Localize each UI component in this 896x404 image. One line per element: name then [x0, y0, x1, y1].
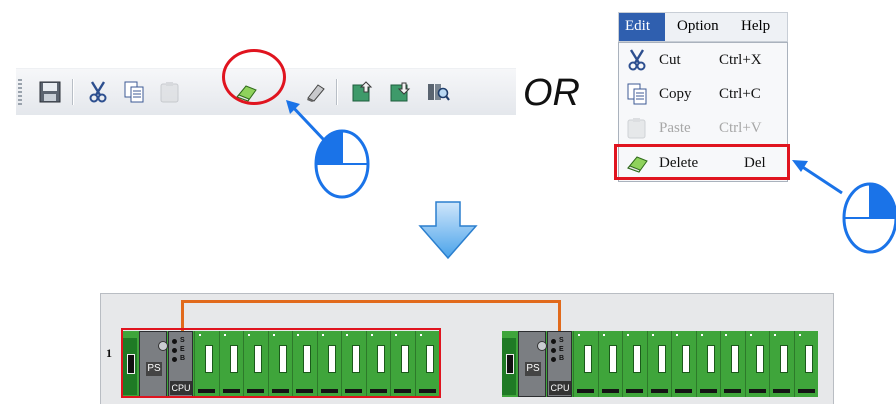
cpu-label: CPU	[549, 381, 571, 395]
row-number: 1	[106, 346, 112, 360]
slot-module-icon	[608, 345, 617, 373]
arrow-down-icon	[418, 201, 478, 260]
scissors-icon	[625, 48, 649, 72]
copy-icon[interactable]	[122, 80, 146, 104]
selected-rack-highlight	[121, 328, 441, 398]
io-slot[interactable]	[622, 331, 646, 397]
download-icon[interactable]	[388, 80, 412, 104]
paste-icon	[625, 116, 649, 140]
cut-icon[interactable]	[86, 80, 110, 104]
slot-connector-icon	[797, 389, 815, 393]
io-slot[interactable]	[671, 331, 695, 397]
slot-pin-icon	[602, 334, 605, 336]
slot-module-icon	[657, 345, 666, 373]
menu-item-copy[interactable]: Copy Ctrl+C	[619, 77, 787, 111]
io-slot[interactable]	[573, 331, 597, 397]
menu-item-shortcut: Ctrl+V	[719, 120, 762, 136]
menu-item-shortcut: Ctrl+C	[719, 86, 761, 102]
menu-edit[interactable]: Edit	[619, 13, 665, 41]
mouse-click-icon	[286, 100, 370, 199]
status-led-icon	[551, 357, 556, 362]
slot-pin-icon	[725, 334, 727, 336]
cpu-led-label: S	[559, 337, 564, 344]
delete-button-highlight	[222, 49, 286, 105]
io-slot[interactable]	[720, 331, 744, 397]
slot-module-icon	[584, 345, 592, 373]
io-slot[interactable]	[695, 331, 720, 397]
slot-connector-icon	[577, 389, 594, 393]
slot-module-icon	[731, 345, 739, 373]
or-label: OR	[523, 72, 580, 114]
rack-terminal	[502, 338, 516, 395]
cpu-module[interactable]: S E B CPU	[547, 331, 572, 397]
save-icon[interactable]	[38, 80, 62, 104]
slot-pin-icon	[749, 334, 752, 336]
menu-item-label: Paste	[659, 120, 691, 136]
menu-option[interactable]: Option	[677, 18, 719, 35]
ps-label: PS	[525, 362, 541, 376]
power-led-icon	[537, 341, 547, 351]
power-supply-module[interactable]: PS	[518, 331, 547, 397]
slot-pin-icon	[700, 334, 703, 336]
slot-connector-icon	[675, 389, 692, 393]
slot-module-icon	[682, 345, 690, 373]
slot-pin-icon	[774, 334, 776, 336]
cpu-led-label: E	[559, 346, 564, 353]
io-slot[interactable]	[597, 331, 622, 397]
status-led-icon	[551, 339, 556, 344]
slot-connector-icon	[699, 389, 717, 393]
delete-menu-highlight	[614, 144, 790, 180]
slot-pin-icon	[651, 334, 654, 336]
menu-item-label: Cut	[659, 52, 681, 68]
slot-connector-icon	[724, 389, 741, 393]
slot-connector-icon	[601, 389, 619, 393]
io-slot[interactable]	[744, 331, 769, 397]
slot-connector-icon	[626, 389, 643, 393]
copy-icon	[625, 82, 649, 106]
paste-icon[interactable]	[158, 80, 182, 104]
slot-pin-icon	[578, 334, 580, 336]
slot-connector-icon	[773, 389, 790, 393]
io-slot[interactable]	[646, 331, 671, 397]
slot-module-icon	[706, 345, 715, 373]
scan-icon[interactable]	[426, 80, 450, 104]
menubar: Edit Option Help	[618, 12, 788, 42]
slot-module-icon	[804, 345, 813, 373]
mouse-click-icon	[792, 160, 896, 254]
slot-pin-icon	[676, 334, 678, 336]
slot-pin-icon	[627, 334, 629, 336]
slot-connector-icon	[650, 389, 668, 393]
cpu-led-label: B	[559, 355, 565, 362]
menu-item-paste[interactable]: Paste Ctrl+V	[619, 111, 787, 145]
toolbar-grip[interactable]	[18, 79, 22, 105]
slot-module-icon	[755, 345, 764, 373]
slot-module-icon	[780, 345, 788, 373]
io-slot[interactable]	[793, 331, 818, 397]
menu-help[interactable]: Help	[741, 18, 770, 35]
menu-item-shortcut: Ctrl+X	[719, 52, 762, 68]
slot-pin-icon	[798, 334, 801, 336]
menu-item-cut[interactable]: Cut Ctrl+X	[619, 43, 787, 77]
slot-module-icon	[633, 345, 641, 373]
slot-connector-icon	[748, 389, 766, 393]
io-slot[interactable]	[769, 331, 793, 397]
extension-cable	[181, 300, 561, 331]
menu-item-label: Copy	[659, 86, 692, 102]
toolbar-separator	[72, 79, 73, 105]
status-led-icon	[551, 348, 556, 353]
